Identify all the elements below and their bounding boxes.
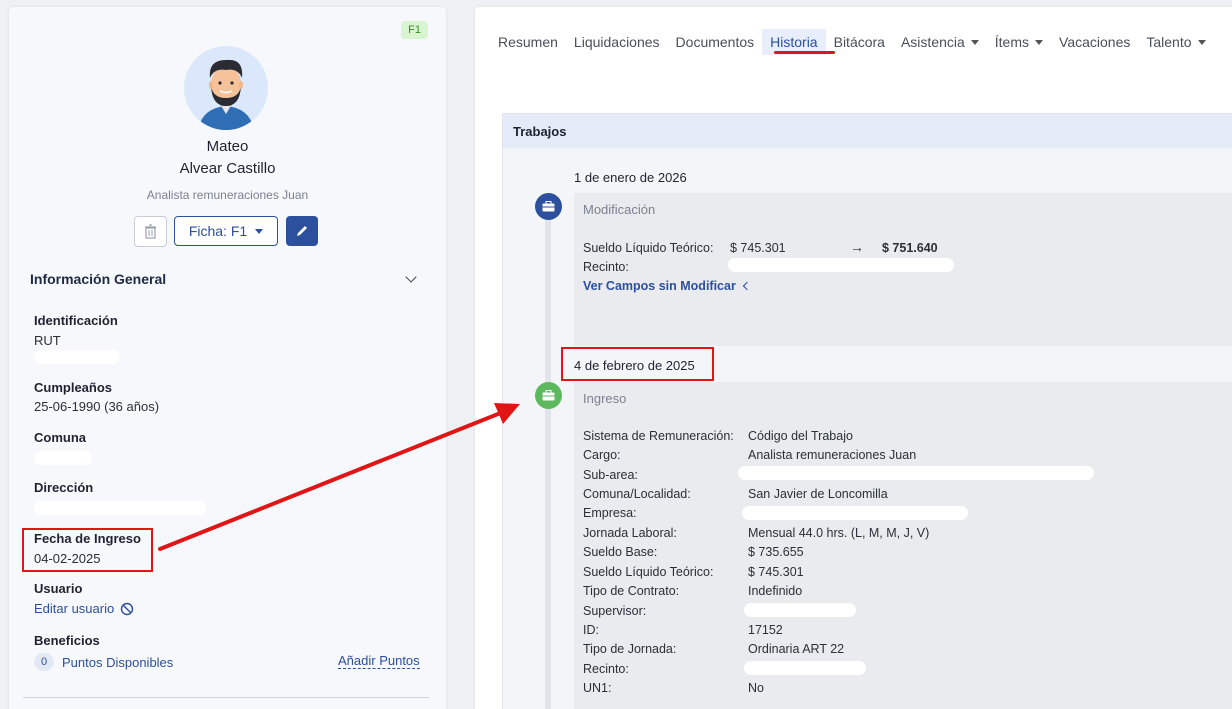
annotation-arrow <box>158 403 520 551</box>
